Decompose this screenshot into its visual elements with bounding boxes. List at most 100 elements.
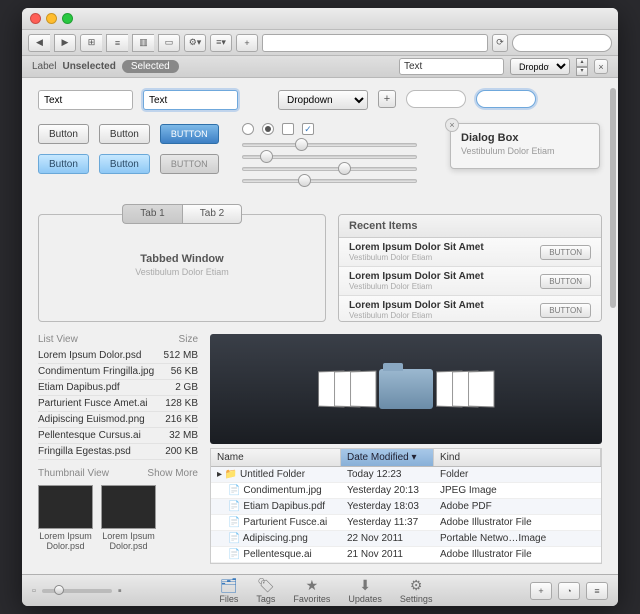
app-window: ◀ ▶ ⊞ ≡ ▥ ▭ ⚙▾ ≡▾ + ⟳ Label Unselected S… [22,8,618,606]
checkbox-2[interactable]: ✓ [302,123,314,135]
address-bar[interactable] [262,34,488,52]
col-date-modified[interactable]: Date Modified ▾ [341,449,434,466]
recent-item[interactable]: Lorem Ipsum Dolor Sit AmetVestibulum Dol… [339,267,601,296]
button-plain-2[interactable]: Button [99,124,150,144]
table-row[interactable]: ▸ 📁 Untitled FolderToday 12:23Folder [211,467,601,483]
list-row[interactable]: Adipiscing Euismod.png216 KB [38,412,198,428]
menu-icon[interactable]: ≡ [586,582,608,600]
recent-item-button[interactable]: BUTTON [540,274,591,289]
list-row[interactable]: Parturient Fusce Amet.ai128 KB [38,396,198,412]
table-row[interactable]: 📄 Adipiscing.png22 Nov 2011Portable Netw… [211,531,601,547]
tab-favorites[interactable]: ★Favorites [293,578,330,604]
tab-settings[interactable]: ⚙Settings [400,578,433,604]
list-row[interactable]: Condimentum Fringilla.jpg56 KB [38,364,198,380]
list-row[interactable]: Pellentesque Cursus.ai32 MB [38,428,198,444]
recent-item-sub: Vestibulum Dolor Etiam [349,282,484,291]
radio-1[interactable] [242,123,254,135]
table-row[interactable]: 📄 Etiam Dapibus.pdfYesterday 18:03Adobe … [211,499,601,515]
button-blue[interactable]: BUTTON [160,124,219,144]
list-row[interactable]: Fringilla Egestas.psd200 KB [38,444,198,460]
slider-big[interactable] [242,179,417,183]
thumbnail-2[interactable]: Lorem Ipsum Dolor.psd [101,485,156,552]
recent-item-button[interactable]: BUTTON [540,245,591,260]
selected-pill[interactable]: Selected [122,60,179,73]
tab-tags[interactable]: 🏷Tags [256,578,275,604]
thumbnail-1[interactable]: Lorem Ipsum Dolor.psd [38,485,93,552]
text-input-2[interactable] [143,90,238,110]
document-icon [350,371,376,408]
small-search-focused[interactable] [476,90,536,108]
dropdown-menu[interactable]: ≡▾ [210,34,232,52]
table-row[interactable]: 📄 Pellentesque.ai21 Nov 2011Adobe Illust… [211,547,601,563]
dialog-close-icon[interactable]: × [445,118,459,132]
tab-files[interactable]: 🗂Files [219,578,238,604]
close-icon[interactable]: × [594,59,608,74]
recent-panel: Recent Items Lorem Ipsum Dolor Sit AmetV… [338,214,602,322]
view-icon-icon[interactable]: ⊞ [80,34,102,52]
label-dropdown[interactable]: Dropdown [510,58,570,75]
zoom-out-icon[interactable]: ▫ [32,585,36,597]
forward-button[interactable]: ▶ [54,34,76,52]
label-text-input[interactable] [399,58,504,75]
tab-1[interactable]: Tab 1 [122,204,182,224]
close-icon[interactable] [30,13,41,24]
tab-2[interactable]: Tab 2 [182,204,242,224]
text-input-1[interactable] [38,90,133,110]
list-row[interactable]: Lorem Ipsum Dolor.psd512 MB [38,348,198,364]
reload-icon[interactable]: ⟳ [492,34,508,52]
pie-icon[interactable]: ◔ [558,582,580,600]
small-search[interactable] [406,90,466,108]
zoom-slider[interactable] [42,589,112,593]
radio-2[interactable] [262,123,274,135]
show-more-link[interactable]: Show More [147,468,198,479]
cover-flow[interactable] [210,334,602,444]
slider-3[interactable] [242,167,417,171]
button-plain-1[interactable]: Button [38,124,89,144]
list-row[interactable]: Etiam Dapibus.pdf2 GB [38,380,198,396]
tab-updates[interactable]: ⬇Updates [348,578,382,604]
listview-size-header: Size [179,334,198,345]
search-input[interactable] [512,34,612,52]
files-icon: 🗂 [221,578,236,593]
recent-item[interactable]: Lorem Ipsum Dolor Sit AmetVestibulum Dol… [339,296,601,322]
checkbox-1[interactable] [282,123,294,135]
plus-button[interactable]: + [378,90,396,108]
gear-icon: ⚙ [409,578,424,593]
table-row[interactable]: 📄 Parturient Fusce.aiYesterday 11:37Adob… [211,515,601,531]
zoom-in-icon[interactable]: ▪ [118,585,122,597]
dropdown-select[interactable]: Dropdown [278,90,368,110]
back-button[interactable]: ◀ [28,34,50,52]
button-aqua-1[interactable]: Button [38,154,89,174]
recent-item-title: Lorem Ipsum Dolor Sit Amet [349,242,484,253]
view-column-icon[interactable]: ▥ [132,34,154,52]
dialog-subtitle: Vestibulum Dolor Etiam [461,146,589,156]
button-gray[interactable]: BUTTON [160,154,219,174]
slider-2[interactable] [242,155,417,159]
action-menu[interactable]: ⚙▾ [184,34,206,52]
recent-item-title: Lorem Ipsum Dolor Sit Amet [349,300,484,311]
col-kind[interactable]: Kind [434,449,601,466]
button-aqua-2[interactable]: Button [99,154,150,174]
recent-item-sub: Vestibulum Dolor Etiam [349,253,484,262]
tabbed-subtitle: Vestibulum Dolor Etiam [39,267,325,277]
folder-icon [379,369,433,409]
col-name[interactable]: Name [211,449,341,466]
recent-item-button[interactable]: BUTTON [540,303,591,318]
add-button[interactable]: + [236,34,258,52]
listview-header: List View [38,334,78,345]
content-area: Dropdown + Button Button BUTTON Button B… [22,78,618,574]
table-row[interactable]: 📄 Condimentum.jpgYesterday 20:13JPEG Ima… [211,483,601,499]
stepper[interactable]: ▴▾ [576,58,588,75]
tabbed-window: Tab 1 Tab 2 Tabbed Window Vestibulum Dol… [38,214,326,322]
recent-item[interactable]: Lorem Ipsum Dolor Sit AmetVestibulum Dol… [339,238,601,267]
view-cover-icon[interactable]: ▭ [158,34,180,52]
zoom-icon[interactable] [62,13,73,24]
label-text: Label [32,61,56,72]
unselected-label[interactable]: Unselected [62,61,115,72]
view-list-icon[interactable]: ≡ [106,34,128,52]
add-button-bottom[interactable]: + [530,582,552,600]
list-view: List View Size Lorem Ipsum Dolor.psd512 M… [38,334,198,564]
scrollbar[interactable] [610,88,616,308]
minimize-icon[interactable] [46,13,57,24]
slider-1[interactable] [242,143,417,147]
